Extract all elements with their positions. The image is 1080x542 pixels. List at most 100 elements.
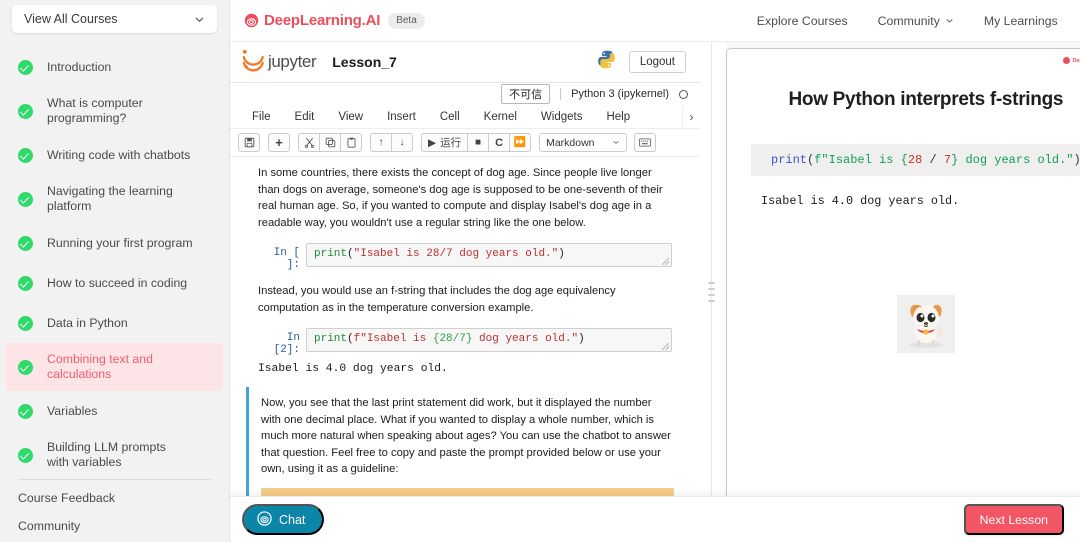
sidebar-item-running-your-first-program[interactable]: Running your first program <box>0 223 229 263</box>
menu-help[interactable]: Help <box>594 111 642 123</box>
menu-cell[interactable]: Cell <box>428 111 472 123</box>
cell-type-select[interactable]: Markdown <box>539 133 628 152</box>
notebook-toolbar: + ↑ ↓ ▶ 运行 ■ C ⏩ Markdown <box>230 129 700 157</box>
brand-name: DeepLearning.AI <box>264 12 381 29</box>
nav-link-explore-courses[interactable]: Explore Courses <box>757 14 848 28</box>
keyboard-icon[interactable] <box>634 133 657 152</box>
toolbar-group-move: ↑ ↓ <box>370 133 413 152</box>
sidebar-item-writing-code-with-chatbots[interactable]: Writing code with chatbots <box>0 135 229 175</box>
slide[interactable]: DeepLearning.AI How Python interprets f-… <box>726 48 1080 530</box>
markdown-cell-fstring-intro[interactable]: Instead, you would use an f-string that … <box>258 283 672 316</box>
slide-code-close-paren: ) <box>1073 153 1080 167</box>
chat-button[interactable]: Chat <box>242 504 325 535</box>
markdown-cell-intro[interactable]: In some countries, there exists the conc… <box>258 165 672 231</box>
check-circle-icon <box>18 403 33 419</box>
kernel-status-row: 不可信 Python 3 (ipykernel) <box>230 83 700 105</box>
slide-code-block: print(f"Isabel is {28 / 7} dog years old… <box>751 144 1080 176</box>
deeplearning-logo-icon <box>1063 57 1071 64</box>
beta-badge: Beta <box>388 12 425 29</box>
chevron-down-icon <box>612 137 620 149</box>
code-cell-1[interactable]: In [ ]: print("Isabel is 28/7 dog years … <box>258 243 672 271</box>
lesson-label: Building LLM prompts with variables <box>47 440 166 469</box>
slide-code-brace-open: { <box>900 153 908 167</box>
move-cell-up-icon[interactable]: ↑ <box>370 133 392 152</box>
cell-output: Isabel is 4.0 dog years old. <box>258 363 448 375</box>
nav-link-community[interactable]: Community <box>878 14 954 28</box>
sidebar-item-how-to-succeed-in-coding[interactable]: How to succeed in coding <box>0 263 229 303</box>
nav-link-my-learnings[interactable]: My Learnings <box>984 14 1058 28</box>
check-circle-icon <box>18 359 33 375</box>
app-root: View All Courses Introduction What is co… <box>0 0 1080 542</box>
code-cell-2[interactable]: In [2]: print(f"Isabel is {28/7} dog yea… <box>258 328 672 356</box>
notebook-menubar: File Edit View Insert Cell Kernel Widget… <box>230 105 700 129</box>
lesson-list: Introduction What is computer programmin… <box>0 47 229 519</box>
save-icon[interactable] <box>238 133 260 152</box>
code-editor[interactable]: print("Isabel is 28/7 dog years old.") <box>306 243 672 267</box>
menu-insert[interactable]: Insert <box>375 111 428 123</box>
code-token-function: print <box>314 333 348 345</box>
course-selector-dropdown[interactable]: View All Courses <box>12 5 217 33</box>
splitter-grip-handle[interactable] <box>708 282 715 302</box>
sidebar-item-course-feedback[interactable]: Course Feedback <box>18 484 211 512</box>
sidebar-item-data-in-python[interactable]: Data in Python <box>0 303 229 343</box>
lesson-label: Variables <box>47 403 98 418</box>
bottom-action-bar: Chat Next Lesson <box>230 496 1080 542</box>
menu-kernel[interactable]: Kernel <box>472 111 529 123</box>
menu-file[interactable]: File <box>240 111 283 123</box>
menu-view[interactable]: View <box>326 111 375 123</box>
sidebar-item-introduction[interactable]: Introduction <box>0 47 229 87</box>
menu-widgets[interactable]: Widgets <box>529 111 595 123</box>
sidebar-footer: Course Feedback Community <box>0 479 229 542</box>
sidebar-item-building-llm-prompts-with-variables[interactable]: Building LLM prompts with variables <box>0 431 229 479</box>
notebook-title[interactable]: Lesson_7 <box>332 54 397 70</box>
course-selector-label: View All Courses <box>24 12 118 26</box>
notebook-cells[interactable]: In some countries, there exists the conc… <box>230 157 700 542</box>
nav-link-label: Community <box>877 13 940 28</box>
logout-button[interactable]: Logout <box>628 51 686 73</box>
sidebar-item-variables[interactable]: Variables <box>0 391 229 431</box>
chat-button-label: Chat <box>279 512 306 527</box>
lesson-label: What is computer programming? <box>47 96 143 125</box>
sidebar-item-what-is-computer-programming[interactable]: What is computer programming? <box>0 87 229 135</box>
nav-link-label: My Learnings <box>983 13 1058 28</box>
deeplearning-logo-icon <box>244 13 259 28</box>
chevron-down-icon <box>945 14 954 28</box>
paste-cell-icon[interactable] <box>340 133 362 152</box>
next-lesson-label: Next Lesson <box>979 512 1048 527</box>
next-lesson-button[interactable]: Next Lesson <box>963 504 1064 535</box>
slide-brand-name: DeepLearning.AI <box>1072 57 1080 64</box>
brand-logo[interactable]: DeepLearning.AI <box>244 12 380 29</box>
run-cell-button[interactable]: ▶ 运行 <box>421 133 469 152</box>
pane-splitter[interactable] <box>700 42 726 542</box>
move-cell-down-icon[interactable]: ↓ <box>391 133 413 152</box>
kernel-name: Python 3 (ipykernel) <box>560 88 669 100</box>
main-column: DeepLearning.AI Beta Explore Courses Com… <box>230 0 1080 542</box>
copy-cell-icon[interactable] <box>319 133 341 152</box>
slide-code-fstring-start: f"Isabel is <box>814 153 901 167</box>
restart-kernel-icon[interactable]: C <box>488 133 511 152</box>
jupyter-notebook-pane: jupyter Lesson_7 Logout 不可信 Python 3 (ip… <box>230 42 700 542</box>
slide-code-operator: / <box>922 153 944 167</box>
code-editor[interactable]: print(f"Isabel is {28/7} dog years old."… <box>306 328 672 352</box>
sidebar-item-combining-text-and-calculations[interactable]: Combining text and calculations <box>6 343 223 391</box>
stop-square-icon[interactable]: ■ <box>467 133 490 152</box>
lesson-label: Writing code with chatbots <box>47 147 191 162</box>
lesson-label: Introduction <box>47 59 112 74</box>
add-cell-icon[interactable]: + <box>268 133 290 152</box>
sidebar-item-navigating-the-learning-platform[interactable]: Navigating the learning platform <box>0 175 229 223</box>
cell-prompt: In [2]: <box>273 332 300 356</box>
lesson-label: Data in Python <box>47 315 128 330</box>
fast-forward-icon[interactable]: ⏩ <box>509 133 532 152</box>
menu-edit[interactable]: Edit <box>283 111 327 123</box>
top-navigation-bar: DeepLearning.AI Beta Explore Courses Com… <box>230 0 1080 42</box>
notebook-trust-badge[interactable]: 不可信 <box>501 84 551 104</box>
chat-bubble-icon <box>257 510 272 529</box>
sidebar-item-community[interactable]: Community <box>18 512 211 540</box>
code-token-paren: ( <box>347 333 354 345</box>
check-circle-icon <box>18 315 33 331</box>
check-circle-icon <box>18 59 33 75</box>
code-token-fstring-end: dog years old." <box>472 333 579 345</box>
chevron-right-icon[interactable]: › <box>682 105 700 128</box>
play-icon: ▶ <box>428 136 437 149</box>
cut-cell-icon[interactable] <box>298 133 320 152</box>
